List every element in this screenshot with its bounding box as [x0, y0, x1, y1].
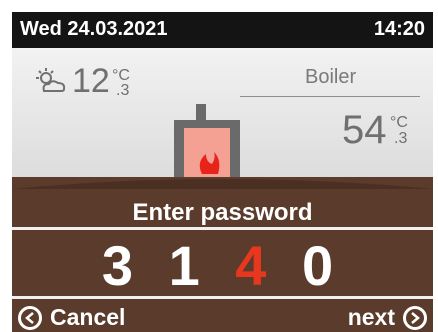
divider-top	[12, 227, 433, 230]
status-time: 14:20	[373, 18, 425, 40]
next-button[interactable]: next	[348, 304, 427, 331]
boiler-degree-decimal: .3	[394, 130, 408, 147]
cancel-button[interactable]: Cancel	[18, 304, 125, 331]
partly-cloudy-icon	[36, 68, 66, 92]
device-screen: Wed 24.03.2021 14:20 12 °C .3 Boiler 54 …	[12, 12, 433, 332]
divider-bottom	[12, 296, 433, 299]
boiler-flame-icon	[174, 104, 240, 184]
outside-temperature: 12	[72, 62, 110, 100]
status-bar: Wed 24.03.2021 14:20	[12, 12, 433, 48]
dialog-curve	[12, 179, 433, 189]
chevron-right-icon	[403, 305, 427, 330]
cancel-label: Cancel	[50, 304, 126, 330]
boiler-label: Boiler	[305, 66, 357, 88]
boiler-temperature: 54	[342, 108, 387, 152]
status-date: Wed 24.03.2021	[20, 18, 168, 40]
password-digits[interactable]: 3 1 4 0	[12, 233, 433, 298]
dialog-title: Enter password	[132, 199, 313, 226]
divider	[240, 96, 420, 97]
next-label: next	[347, 304, 395, 330]
password-digit-3[interactable]: 4	[235, 234, 276, 297]
password-digit-1[interactable]: 3	[102, 234, 143, 297]
boiler-degree-unit: °C	[390, 114, 408, 131]
chevron-left-icon	[18, 305, 42, 330]
password-dialog: Enter password 3 1 4 0 Cancel next	[12, 177, 433, 332]
outside-degree-decimal: .3	[116, 82, 130, 99]
password-digit-4[interactable]: 0	[302, 234, 343, 297]
outside-degree-unit: °C	[112, 67, 130, 84]
password-digit-2[interactable]: 1	[169, 234, 210, 297]
